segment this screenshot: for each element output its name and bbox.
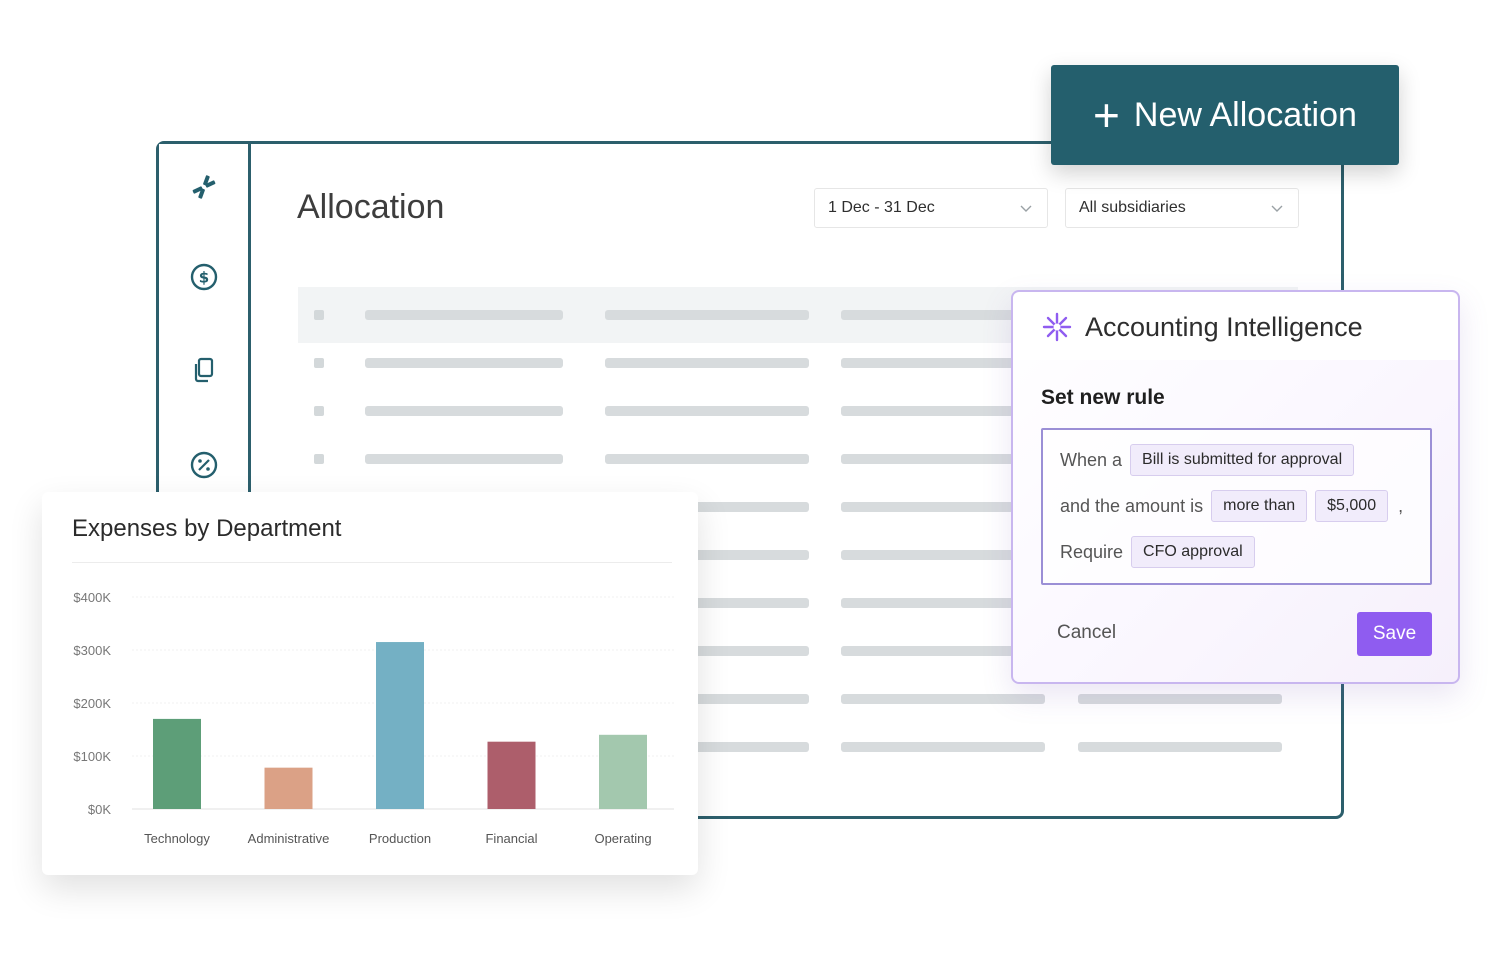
row-checkbox-placeholder [314,310,324,320]
cell-placeholder [605,358,809,368]
rule-editor: When a Bill is submitted for approval an… [1041,428,1432,585]
y-tick-label: $300K [73,643,111,658]
when-label: When a [1060,449,1123,470]
accounting-intelligence-panel: Accounting Intelligence Set new rule Whe… [1011,290,1460,684]
y-tick-label: $0K [88,802,111,817]
chart-divider [72,562,672,563]
requirement-chip[interactable]: CFO approval [1131,536,1255,568]
plus-icon: + [1093,89,1120,141]
date-range-select[interactable]: 1 Dec - 31 Dec [814,188,1048,228]
bar-administrative[interactable] [264,767,313,809]
dollar-icon[interactable]: $ [187,260,221,294]
x-tick-label: Financial [485,831,537,846]
cell-placeholder [1078,694,1282,704]
sparkle-icon [1042,312,1072,342]
bar-production[interactable] [376,642,424,809]
page-title: Allocation [297,188,445,226]
cell-placeholder [841,694,1045,704]
rule-amount-line: and the amount is more than $5,000 , [1060,490,1403,522]
cancel-button[interactable]: Cancel [1057,622,1116,644]
save-button[interactable]: Save [1357,612,1432,656]
cell-placeholder [605,406,809,416]
x-tick-label: Administrative [248,831,330,846]
cell-placeholder [365,454,563,464]
cell-placeholder [841,742,1045,752]
x-tick-label: Production [369,831,431,846]
rule-heading: Set new rule [1041,386,1165,409]
subsidiary-select[interactable]: All subsidiaries [1065,188,1299,228]
y-tick-label: $200K [73,696,111,711]
y-tick-label: $400K [73,590,111,605]
cell-placeholder [365,358,563,368]
rule-require-line: Require CFO approval [1060,536,1255,568]
row-checkbox-placeholder [314,358,324,368]
row-checkbox-placeholder [314,406,324,416]
comparator-chip[interactable]: more than [1211,490,1308,522]
cell-placeholder [365,406,563,416]
subsidiary-value: All subsidiaries [1079,199,1186,216]
amount-chip[interactable]: $5,000 [1315,490,1389,522]
chevron-down-icon [1020,205,1032,212]
separator: , [1398,495,1404,516]
svg-text:$: $ [199,269,209,287]
bar-technology[interactable] [153,718,201,809]
y-tick-label: $100K [73,749,111,764]
rule-when-line: When a Bill is submitted for approval [1060,444,1355,476]
expenses-chart-card: $0K $100K $200K $300K $400K Technology Adminis… [42,492,698,875]
cell-placeholder [1078,742,1282,752]
new-allocation-label: New Allocation [1133,95,1357,134]
bar-financial[interactable] [487,741,536,809]
event-chip[interactable]: Bill is submitted for approval [1130,444,1355,476]
cell-placeholder [605,454,809,464]
amount-label: and the amount is [1060,495,1204,516]
new-allocation-button[interactable]: + New Allocation [1051,65,1399,165]
row-checkbox-placeholder [314,454,324,464]
percent-icon[interactable] [187,448,221,482]
bar-operating[interactable] [599,734,647,809]
panel-title: Accounting Intelligence [1085,312,1363,342]
require-label: Require [1060,541,1124,562]
copy-icon[interactable] [187,353,221,387]
expenses-bar-chart: $0K $100K $200K $300K $400K Technology Adminis… [73,590,674,846]
x-tick-label: Technology [144,831,210,846]
chart-title: Expenses by Department [72,515,342,542]
cell-placeholder [605,310,809,320]
x-tick-label: Operating [594,831,651,846]
chevron-down-icon [1271,205,1283,212]
date-range-value: 1 Dec - 31 Dec [828,199,935,216]
cell-placeholder [365,310,563,320]
logo-icon[interactable] [187,170,221,204]
